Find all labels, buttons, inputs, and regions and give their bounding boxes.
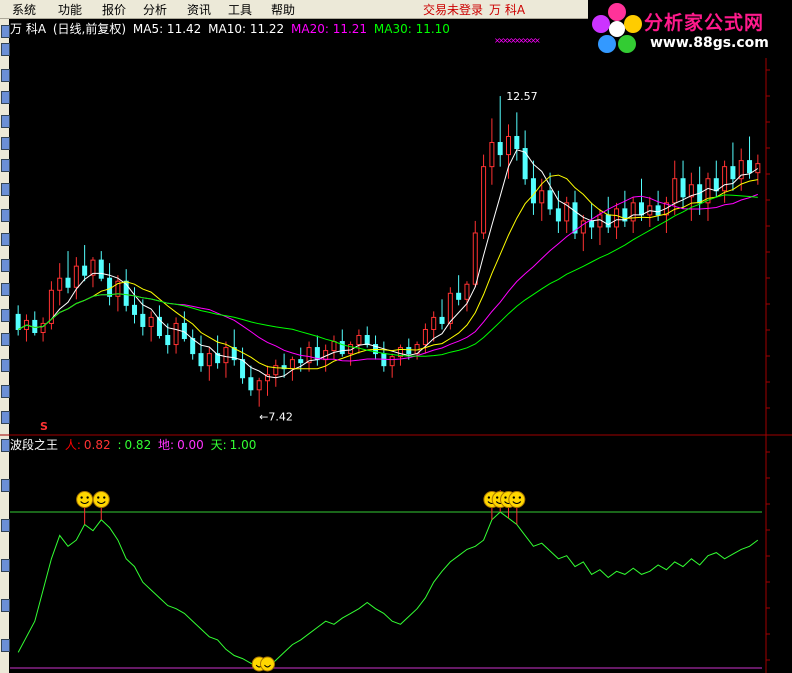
candle-body	[206, 353, 212, 367]
candle-body	[148, 316, 154, 327]
candle-body	[240, 359, 246, 379]
ren-separator: :	[117, 438, 122, 452]
candle-body	[173, 322, 179, 346]
price-chart[interactable]: 12.57←7.42S×××××××××××	[0, 0, 792, 673]
green-value: 0.82	[124, 438, 152, 452]
candle-body	[722, 166, 728, 192]
indicator-info-bar: 波段之王 人: 0.82 :0.82 地: 0.00 天: 1.00	[10, 436, 259, 453]
candle-body	[431, 316, 437, 330]
di-value: 0.00	[177, 438, 204, 452]
candle-body	[339, 341, 345, 355]
candle-body	[356, 335, 362, 346]
candle-body	[572, 202, 578, 234]
ma10-line	[17, 174, 758, 370]
candle-body	[747, 160, 753, 174]
signal-marker: S	[40, 420, 48, 433]
candle-body	[223, 347, 229, 364]
top-marker: ×	[534, 36, 541, 45]
candle-body	[289, 359, 295, 370]
candle-body	[472, 232, 478, 285]
candle-body	[514, 135, 520, 150]
candle-body	[755, 163, 761, 174]
candle-body	[256, 380, 262, 391]
smiley-icon	[92, 491, 110, 509]
candle-body	[464, 283, 470, 300]
candle-body	[680, 178, 686, 198]
smiley-icon	[76, 491, 94, 509]
candle-body	[655, 205, 661, 216]
candle-body	[364, 335, 370, 346]
candle-body	[65, 277, 71, 288]
candle-body	[198, 353, 204, 367]
candle-body	[82, 265, 88, 276]
candle-body	[422, 328, 428, 346]
ma5-line	[17, 149, 759, 379]
high-price-label: 12.57	[506, 90, 538, 103]
candle-body	[638, 202, 644, 216]
smiley-icon	[508, 491, 526, 509]
candle-body	[456, 292, 462, 300]
candle-body	[730, 166, 736, 180]
ma30-line	[17, 194, 758, 357]
candle-body	[98, 259, 104, 279]
candle-body	[273, 365, 279, 376]
candle-body	[489, 142, 495, 168]
candle-body	[57, 277, 63, 291]
candle-body	[107, 277, 113, 297]
di-label: 地:	[158, 438, 175, 452]
candle-body	[605, 214, 611, 228]
candle-body	[713, 178, 719, 192]
candle-body	[555, 208, 561, 222]
tian-label: 天:	[210, 438, 227, 452]
candle-body	[506, 135, 512, 156]
indicator-line	[17, 511, 759, 669]
candle-body	[32, 319, 38, 333]
tian-value: 1.00	[229, 438, 257, 452]
candle-body	[190, 338, 196, 355]
candle-body	[298, 359, 304, 364]
candle-body	[614, 208, 620, 228]
candle-body	[132, 304, 138, 315]
indicator-name: 波段之王	[10, 438, 59, 452]
candle-body	[589, 220, 595, 228]
candle-body	[547, 190, 553, 210]
candle-body	[248, 377, 254, 391]
candle-body	[73, 265, 79, 288]
ren-label: 人:	[64, 438, 81, 452]
candle-body	[15, 313, 21, 330]
candle-body	[539, 190, 545, 204]
low-price-label: ←7.42	[259, 411, 293, 424]
candle-body	[439, 316, 445, 324]
candle-body	[580, 220, 586, 234]
smiley-icon	[259, 656, 275, 672]
candle-body	[447, 292, 453, 324]
ma20-line	[17, 193, 758, 362]
candle-body	[530, 178, 536, 204]
candle-body	[331, 341, 337, 352]
candle-body	[481, 166, 487, 234]
candle-body	[389, 356, 395, 367]
candle-body	[672, 178, 678, 204]
candle-body	[406, 347, 412, 355]
candle-body	[140, 313, 146, 327]
candle-body	[165, 335, 171, 346]
candle-body	[497, 142, 503, 156]
ren-value: 0.82	[83, 438, 111, 452]
